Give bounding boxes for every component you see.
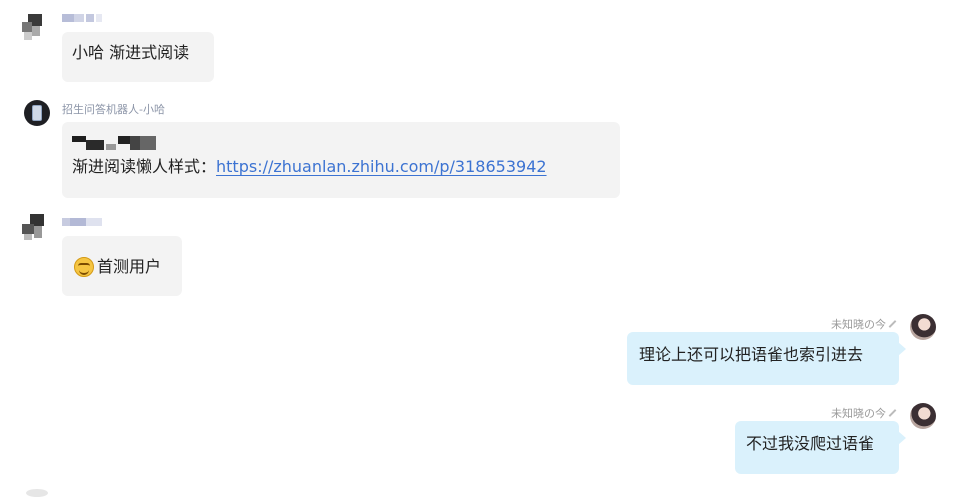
pencil-icon <box>888 409 897 417</box>
message-text: 小哈 渐进式阅读 <box>72 43 190 62</box>
message-text: 首测用户 <box>97 257 162 276</box>
my-name: 未知晓の今 <box>831 316 897 332</box>
sender-name: 招生问答机器人-小哈 <box>62 103 165 116</box>
avatar[interactable] <box>26 489 48 497</box>
bot-avatar[interactable] <box>24 100 50 126</box>
my-avatar[interactable] <box>910 403 936 429</box>
bot-avatar-icon <box>32 105 42 121</box>
sender-name-redacted <box>62 14 104 22</box>
message-text: 理论上还可以把语雀也索引进去 <box>639 345 864 364</box>
article-link[interactable]: https://zhuanlan.zhihu.com/p/318653942 <box>216 157 547 176</box>
message-bubble: 理论上还可以把语雀也索引进去 <box>627 332 906 385</box>
smile-emoji <box>74 257 94 277</box>
avatar[interactable] <box>22 214 44 240</box>
avatar[interactable] <box>22 14 44 40</box>
message-bubble: 首测用户 <box>62 236 182 296</box>
message-text: 不过我没爬过语雀 <box>746 434 875 453</box>
pencil-icon <box>888 320 897 328</box>
message-text: 渐进阅读懒人样式： <box>72 157 217 176</box>
message-bubble: 不过我没爬过语雀 <box>735 421 906 474</box>
my-name: 未知晓の今 <box>831 405 897 421</box>
message-bubble: 小哈 渐进式阅读 <box>62 32 214 82</box>
sender-name-redacted <box>62 218 104 226</box>
redacted-block <box>72 132 162 152</box>
my-avatar[interactable] <box>910 314 936 340</box>
message-bubble: 渐进阅读懒人样式：https://zhuanlan.zhihu.com/p/31… <box>62 122 620 198</box>
